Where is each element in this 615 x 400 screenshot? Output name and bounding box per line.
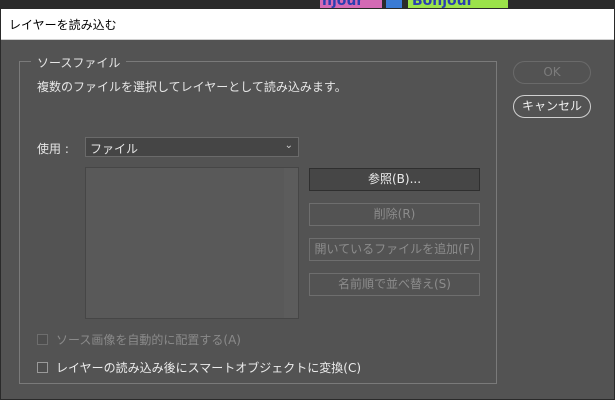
browse-button[interactable]: 参照(B)... — [309, 168, 480, 191]
ok-button[interactable]: OK — [513, 61, 591, 84]
title-bar: レイヤーを読み込む — [1, 9, 614, 40]
auto-align-label: ソース画像を自動的に配置する(A) — [56, 333, 241, 347]
use-label: 使用 : — [37, 142, 69, 156]
smart-object-label: レイヤーの読み込み後にスマートオブジェクトに変換(C) — [56, 361, 362, 375]
description-text: 複数のファイルを選択してレイヤーとして読み込みます。 — [37, 80, 347, 94]
use-select[interactable]: ファイル ⌄ — [85, 137, 299, 157]
add-open-files-button[interactable]: 開いているファイルを追加(F) — [309, 238, 480, 261]
cancel-button[interactable]: キャンセル — [513, 95, 591, 118]
file-list-scrollbar[interactable] — [284, 168, 298, 318]
smart-object-checkbox-box[interactable] — [37, 362, 48, 373]
chevron-down-icon: ⌄ — [284, 140, 293, 151]
auto-align-checkbox[interactable]: ソース画像を自動的に配置する(A) — [37, 331, 241, 348]
smart-object-checkbox[interactable]: レイヤーの読み込み後にスマートオブジェクトに変換(C) — [37, 359, 361, 376]
source-files-label: ソースファイル — [31, 54, 127, 71]
file-list[interactable] — [85, 167, 299, 319]
delete-button[interactable]: 削除(R) — [309, 203, 480, 226]
use-select-value: ファイル — [90, 142, 139, 156]
sort-by-name-button[interactable]: 名前順で並べ替え(S) — [309, 273, 480, 296]
load-layers-dialog: レイヤーを読み込む ソースファイル 複数のファイルを選択してレイヤーとして読み込… — [0, 8, 615, 400]
dialog-title: レイヤーを読み込む — [9, 18, 117, 32]
auto-align-checkbox-box[interactable] — [37, 334, 48, 345]
